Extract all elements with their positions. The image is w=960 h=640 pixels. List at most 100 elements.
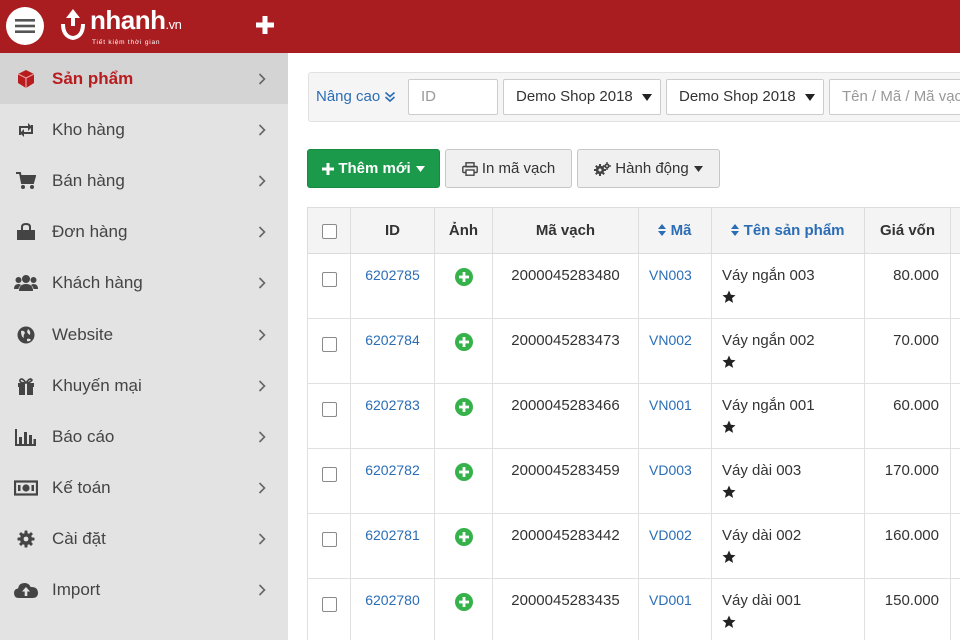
row-checkbox[interactable] (321, 401, 337, 417)
row-checkbox[interactable] (321, 466, 337, 482)
chevron-right-icon (258, 124, 266, 136)
store-select-2-value: Demo Shop 2018 (679, 88, 796, 105)
star-icon[interactable] (722, 484, 864, 506)
sidebar-item-label: Khách hàng (52, 273, 143, 293)
add-image-icon[interactable] (454, 268, 473, 290)
sidebar-item-label: Cài đặt (52, 529, 106, 549)
table-row[interactable]: 6202782 2000045283459 VD003 Váy dài 003 170.… (307, 448, 960, 514)
id-filter-input[interactable]: ID (408, 79, 498, 115)
logo-brand-name: nhanh (90, 5, 166, 35)
row-checkbox[interactable] (321, 336, 337, 352)
chevron-right-icon (258, 328, 266, 341)
add-image-icon[interactable] (454, 463, 473, 485)
extra-cell (950, 513, 960, 579)
product-id-link[interactable]: 6202783 (350, 383, 435, 449)
add-image-cell[interactable] (434, 253, 493, 319)
add-image-cell[interactable] (434, 318, 493, 384)
add-image-icon[interactable] (454, 398, 473, 420)
product-id-link[interactable]: 6202780 (350, 578, 435, 640)
product-name: Váy dài 001 (722, 592, 802, 609)
sidebar-item-don-hang[interactable]: Đơn hàng (0, 207, 288, 258)
sidebar-item-label: Báo cáo (52, 426, 115, 446)
row-select-cell[interactable] (307, 253, 351, 319)
product-code-link[interactable]: VN001 (638, 383, 712, 449)
chevron-right-icon (258, 482, 266, 494)
product-id-link[interactable]: 6202782 (350, 448, 435, 514)
table-row[interactable]: 6202784 2000045283473 VN002 Váy ngắn 002 70.… (307, 318, 960, 384)
row-select-cell[interactable] (307, 578, 351, 640)
star-icon[interactable] (722, 419, 864, 441)
row-checkbox[interactable] (321, 596, 337, 612)
add-image-cell[interactable] (434, 578, 493, 640)
product-code-link[interactable]: VN003 (638, 253, 712, 319)
plus-icon (322, 162, 335, 175)
row-checkbox[interactable] (321, 271, 337, 287)
sidebar-item-import[interactable]: Import (0, 565, 288, 616)
add-image-icon[interactable] (454, 333, 473, 355)
cost-price-cell: 80.000 (864, 253, 951, 319)
money-icon (14, 478, 38, 498)
product-name: Váy dài 003 (722, 462, 802, 479)
sidebar-item-ban-hang[interactable]: Bán hàng (0, 155, 288, 206)
add-image-icon[interactable] (454, 593, 473, 615)
table-row[interactable]: 6202783 2000045283466 VN001 Váy ngắn 001 60.… (307, 383, 960, 449)
product-code-link[interactable]: VN002 (638, 318, 712, 384)
header-name[interactable]: Tên sản phẩm (711, 207, 865, 254)
table-row[interactable]: 6202780 2000045283435 VD001 Váy dài 001 150.… (307, 578, 960, 640)
star-icon[interactable] (722, 549, 864, 571)
cube-icon (14, 69, 38, 89)
table-row[interactable]: 6202781 2000045283442 VD002 Váy dài 002 160.… (307, 513, 960, 579)
product-id-link[interactable]: 6202785 (350, 253, 435, 319)
star-icon[interactable] (722, 614, 864, 636)
sidebar-item-khach-hang[interactable]: Khách hàng (0, 258, 288, 309)
barcode-cell: 2000045283442 (492, 513, 639, 579)
sidebar-item-cai-dat[interactable]: Cài đặt (0, 514, 288, 565)
barcode-cell: 2000045283480 (492, 253, 639, 319)
table-row[interactable]: 6202785 2000045283480 VN003 Váy ngắn 003 80.… (307, 253, 960, 319)
sidebar-item-ke-toan[interactable]: Kế toán (0, 463, 288, 514)
advanced-filter-toggle[interactable]: Nâng cao (316, 88, 396, 105)
product-id-link[interactable]: 6202781 (350, 513, 435, 579)
add-image-cell[interactable] (434, 383, 493, 449)
sidebar-item-khuyen-mai[interactable]: Khuyến mại (0, 360, 288, 411)
row-select-cell[interactable] (307, 448, 351, 514)
add-image-cell[interactable] (434, 448, 493, 514)
header-select-all[interactable] (307, 207, 351, 254)
main-content: Nâng cao ID Demo Shop 2018 Demo Shop 201… (288, 53, 960, 640)
product-table-wrapper: ID Ảnh Mã vạch Mã Tên sản phẩm Giá vốn 6… (307, 207, 960, 640)
row-select-cell[interactable] (307, 513, 351, 579)
product-name-cell: Váy ngắn 002 (711, 318, 865, 384)
row-checkbox[interactable] (321, 531, 337, 547)
store-select-1[interactable]: Demo Shop 2018 (503, 79, 661, 115)
sidebar-item-kho-hang[interactable]: Kho hàng (0, 104, 288, 155)
row-select-cell[interactable] (307, 383, 351, 449)
product-id-link[interactable]: 6202784 (350, 318, 435, 384)
sidebar-item-bao-cao[interactable]: Báo cáo (0, 411, 288, 462)
filter-bar: Nâng cao ID Demo Shop 2018 Demo Shop 201… (308, 72, 960, 122)
actions-button[interactable]: Hành động (577, 149, 720, 188)
product-code-link[interactable]: VD001 (638, 578, 712, 640)
sidebar: Sản phẩm Kho hàng Bán hàng Đơn hàng Khác… (0, 53, 288, 640)
product-code-link[interactable]: VD003 (638, 448, 712, 514)
add-image-icon[interactable] (454, 528, 473, 550)
sidebar-item-website[interactable]: Website (0, 309, 288, 360)
hamburger-menu-button[interactable] (6, 7, 44, 45)
brand-logo[interactable]: nhanh.vn Tiết kiệm thời gian (58, 5, 182, 46)
quick-add-button[interactable] (254, 14, 276, 36)
search-input[interactable]: Tên / Mã / Mã vạch (829, 79, 960, 115)
chevron-right-icon (258, 226, 266, 238)
sidebar-item-san-pham[interactable]: Sản phẩm (0, 53, 288, 105)
sidebar-item-label: Website (52, 324, 114, 344)
add-image-cell[interactable] (434, 513, 493, 579)
star-icon[interactable] (722, 289, 864, 311)
chevron-right-icon (258, 584, 266, 597)
row-select-cell[interactable] (307, 318, 351, 384)
store-select-2[interactable]: Demo Shop 2018 (666, 79, 824, 115)
select-all-checkbox[interactable] (321, 223, 337, 239)
print-barcode-button[interactable]: In mã vạch (445, 149, 572, 188)
caret-down-icon (805, 94, 815, 101)
star-icon[interactable] (722, 354, 864, 376)
add-new-button[interactable]: Thêm mới (307, 149, 440, 188)
header-code[interactable]: Mã (638, 207, 712, 254)
product-code-link[interactable]: VD002 (638, 513, 712, 579)
